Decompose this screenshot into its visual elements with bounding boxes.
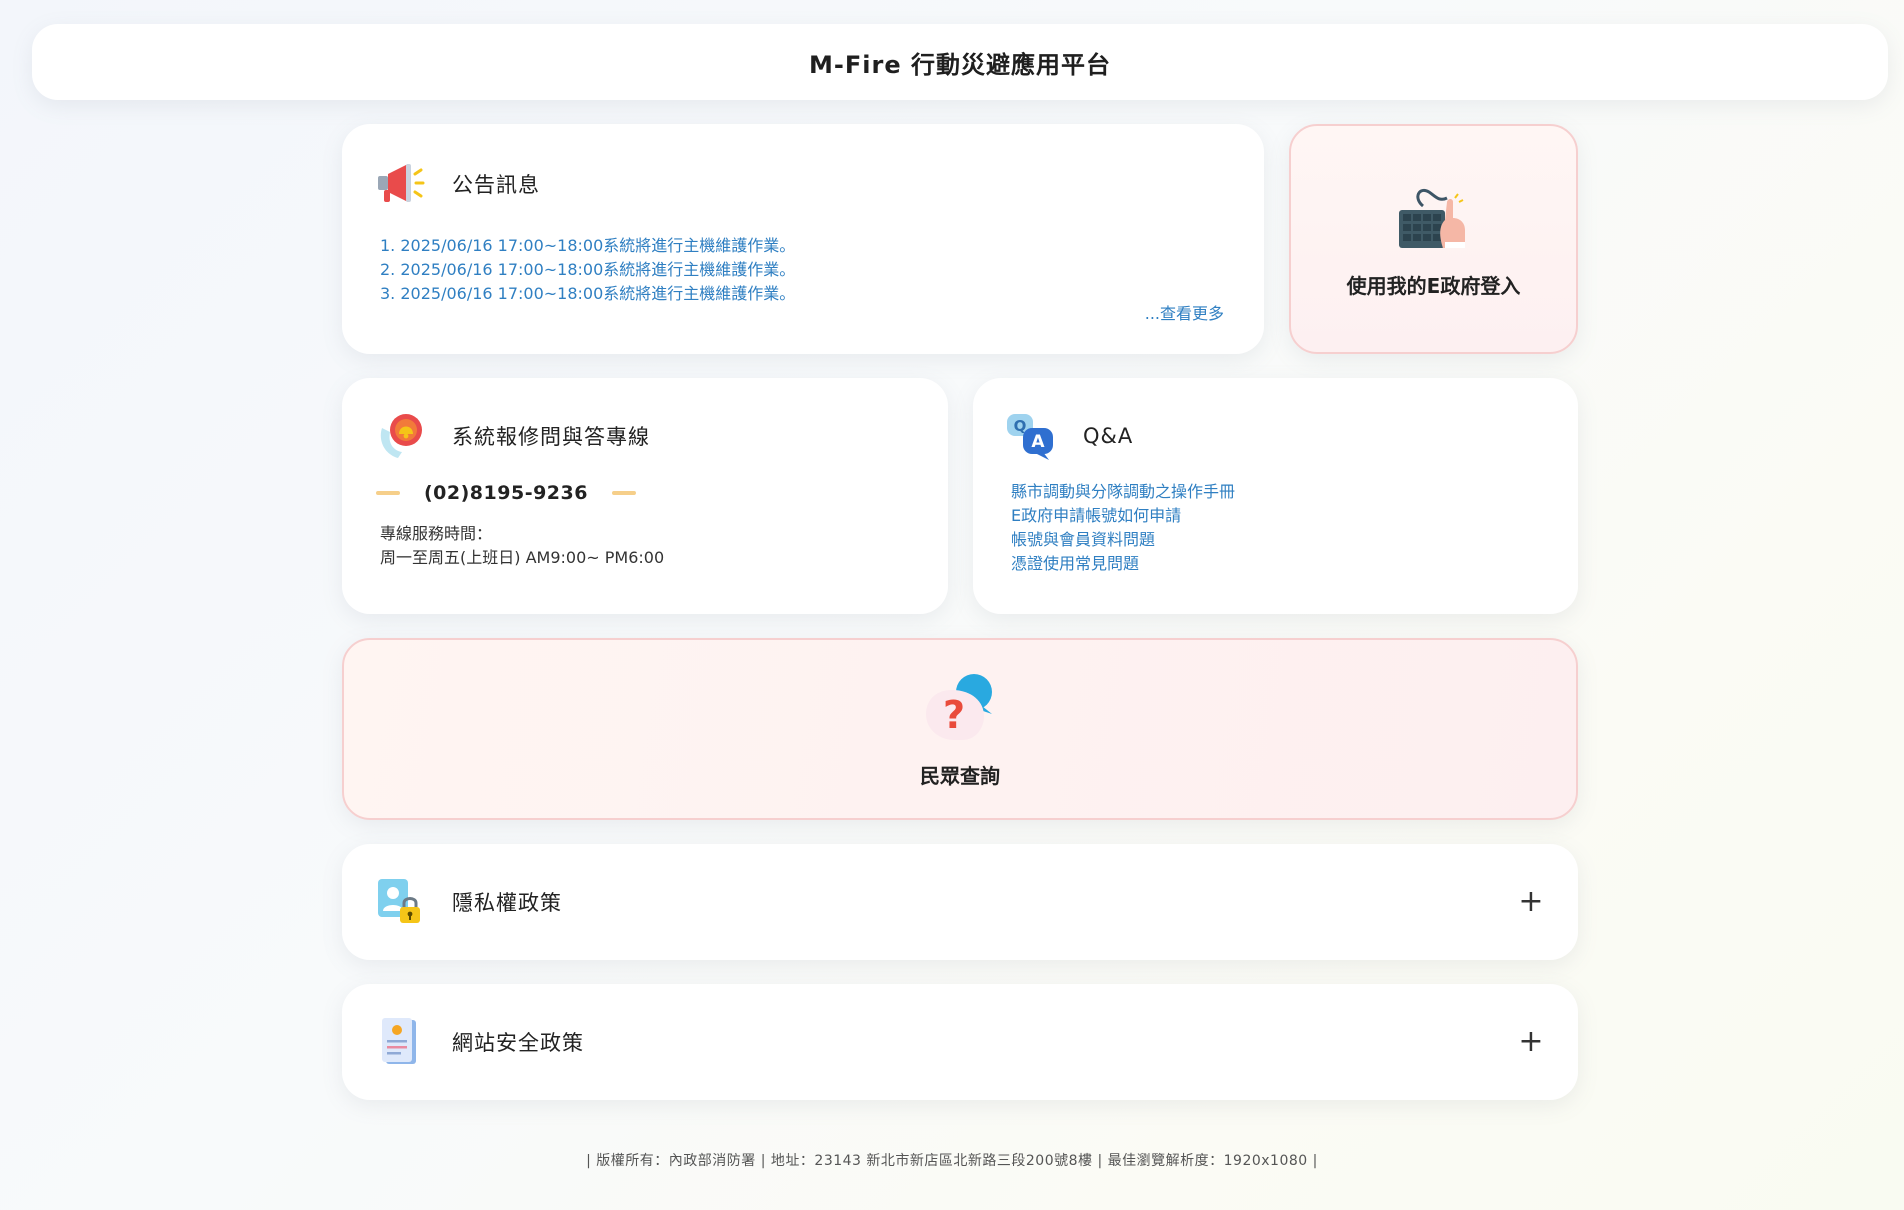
qa-bubble-icon: Q A — [1005, 410, 1057, 462]
service-hours-label: 專線服務時間： — [380, 524, 493, 543]
egov-login-label: 使用我的E政府登入 — [1346, 273, 1521, 298]
hotline-card: 系統報修問與答專線 (02)8195-9236 專線服務時間： 周一至周五(上班… — [342, 378, 948, 614]
svg-text:A: A — [1031, 432, 1045, 452]
header-bar: M-Fire 行動災避應用平台 — [32, 24, 1888, 100]
announcements-card: 公告訊息 1. 2025/06/16 17:00~18:00系統將進行主機維護作… — [342, 124, 1264, 354]
decorative-dash — [611, 491, 636, 495]
expand-plus-icon[interactable]: + — [1516, 1027, 1546, 1057]
announcement-item[interactable]: 3. 2025/06/16 17:00~18:00系統將進行主機維護作業。 — [380, 282, 1264, 306]
announcements-list: 1. 2025/06/16 17:00~18:00系統將進行主機維護作業。 2.… — [374, 234, 1264, 306]
privacy-policy-title: 隱私權政策 — [452, 891, 562, 915]
public-query-label: 民眾查詢 — [920, 763, 1000, 788]
view-more-link[interactable]: ...查看更多 — [1145, 300, 1224, 324]
announcement-item[interactable]: 2. 2025/06/16 17:00~18:00系統將進行主機維護作業。 — [380, 258, 1264, 282]
egov-login-button[interactable]: 使用我的E政府登入 — [1289, 124, 1578, 354]
megaphone-icon — [374, 158, 426, 210]
qa-link[interactable]: 縣市調動與分隊調動之操作手冊 — [1011, 480, 1578, 504]
qa-card: Q A Q&A 縣市調動與分隊調動之操作手冊 E政府申請帳號如何申請 帳號與會員… — [973, 378, 1578, 614]
qa-link[interactable]: 憑證使用常見問題 — [1011, 552, 1578, 576]
document-badge-icon — [374, 1016, 426, 1068]
security-policy-title: 網站安全政策 — [452, 1031, 584, 1055]
question-bubble-icon: ? — [922, 670, 998, 748]
user-lock-icon — [374, 876, 426, 928]
hotline-phone-number[interactable]: (02)8195-9236 — [424, 482, 588, 504]
public-query-button[interactable]: ? 民眾查詢 — [342, 638, 1578, 820]
qa-link[interactable]: 帳號與會員資料問題 — [1011, 528, 1578, 552]
qa-title: Q&A — [1083, 424, 1134, 448]
footer-info: | 版權所有：內政部消防署 | 地址：23143 新北市新店區北新路三段200號… — [586, 1153, 1318, 1169]
privacy-policy-accordion[interactable]: 隱私權政策 + — [342, 844, 1578, 960]
announcements-title: 公告訊息 — [452, 173, 540, 197]
service-hours-value: 周一至周五(上班日) AM9:00~ PM6:00 — [380, 548, 665, 567]
phone-bell-icon — [374, 410, 426, 462]
decorative-dash — [376, 491, 400, 495]
expand-plus-icon[interactable]: + — [1516, 887, 1546, 917]
security-policy-accordion[interactable]: 網站安全政策 + — [342, 984, 1578, 1100]
announcement-item[interactable]: 1. 2025/06/16 17:00~18:00系統將進行主機維護作業。 — [380, 234, 1264, 258]
hotline-title: 系統報修問與答專線 — [452, 425, 650, 449]
svg-text:?: ? — [943, 693, 965, 737]
keyboard-hand-icon — [1395, 180, 1473, 256]
qa-link[interactable]: E政府申請帳號如何申請 — [1011, 504, 1578, 528]
page-title: M-Fire 行動災避應用平台 — [809, 50, 1111, 79]
